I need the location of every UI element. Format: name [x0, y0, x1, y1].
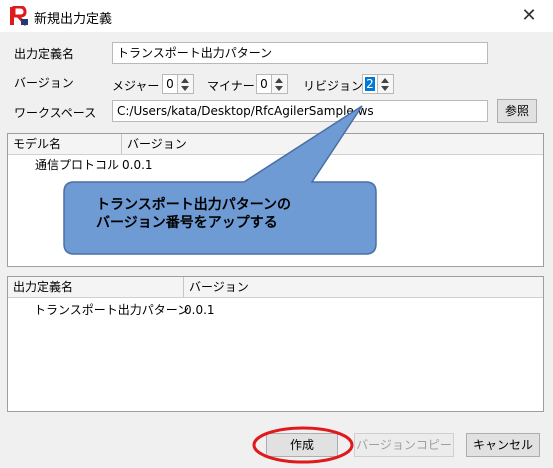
workspace-input[interactable]: C:/Users/kata/Desktop/RfcAgilerSample.ws: [112, 100, 488, 122]
version-label: バージョン: [14, 76, 74, 90]
title-bar: 新規出力定義 ✕: [0, 0, 553, 32]
major-arrows[interactable]: [178, 74, 194, 94]
table-row[interactable]: トランスポート出力パターン 0.0.1: [8, 301, 543, 319]
window-title: 新規出力定義: [34, 12, 113, 27]
minor-spinner[interactable]: 0: [256, 74, 288, 94]
spin-down-icon[interactable]: [181, 86, 189, 91]
callout-text-line2: バージョン番号をアップする: [96, 215, 278, 231]
column-header-model-name[interactable]: モデル名: [8, 134, 122, 154]
definition-name-input[interactable]: トランスポート出力パターン: [112, 42, 488, 64]
browse-button[interactable]: 参照: [497, 99, 537, 123]
spin-down-icon[interactable]: [275, 86, 283, 91]
major-label: メジャー: [112, 79, 160, 93]
app-logo-icon: [10, 6, 28, 26]
model-version-cell: 0.0.1: [122, 158, 153, 172]
table-row[interactable]: 通信プロトコル 0.0.1: [8, 156, 543, 174]
model-name-cell: 通信プロトコル: [35, 158, 120, 172]
spin-down-icon[interactable]: [381, 86, 389, 91]
spin-up-icon[interactable]: [181, 78, 189, 83]
revision-value-text: 2: [365, 77, 375, 91]
revision-spinner[interactable]: 2: [362, 74, 394, 94]
output-version-cell: 0.0.1: [184, 303, 215, 317]
revision-value[interactable]: 2: [362, 74, 378, 94]
model-table-header: モデル名 バージョン: [8, 134, 543, 155]
column-header-version[interactable]: バージョン: [122, 134, 202, 154]
spin-up-icon[interactable]: [381, 78, 389, 83]
minor-arrows[interactable]: [272, 74, 288, 94]
minor-value[interactable]: 0: [256, 74, 272, 94]
output-table-header: 出力定義名 バージョン: [8, 277, 543, 298]
column-header-output-name[interactable]: 出力定義名: [8, 277, 184, 297]
output-name-cell: トランスポート出力パターン: [34, 303, 190, 317]
workspace-label: ワークスペース: [14, 106, 97, 120]
revision-label: リビジョン: [303, 79, 364, 93]
definition-name-label: 出力定義名: [14, 47, 75, 61]
spin-up-icon[interactable]: [275, 78, 283, 83]
column-header-version[interactable]: バージョン: [184, 277, 264, 297]
close-button[interactable]: ✕: [514, 4, 544, 28]
minor-label: マイナー: [207, 79, 255, 93]
output-table[interactable]: 出力定義名 バージョン トランスポート出力パターン 0.0.1: [7, 276, 544, 412]
cancel-button[interactable]: キャンセル: [466, 433, 540, 457]
major-spinner[interactable]: 0: [162, 74, 194, 94]
version-copy-button[interactable]: バージョンコピー: [354, 433, 454, 457]
major-value[interactable]: 0: [162, 74, 178, 94]
create-button[interactable]: 作成: [266, 433, 338, 457]
revision-arrows[interactable]: [378, 74, 394, 94]
callout-text-line1: トランスポート出力パターンの: [96, 197, 292, 213]
close-icon: ✕: [521, 5, 537, 26]
